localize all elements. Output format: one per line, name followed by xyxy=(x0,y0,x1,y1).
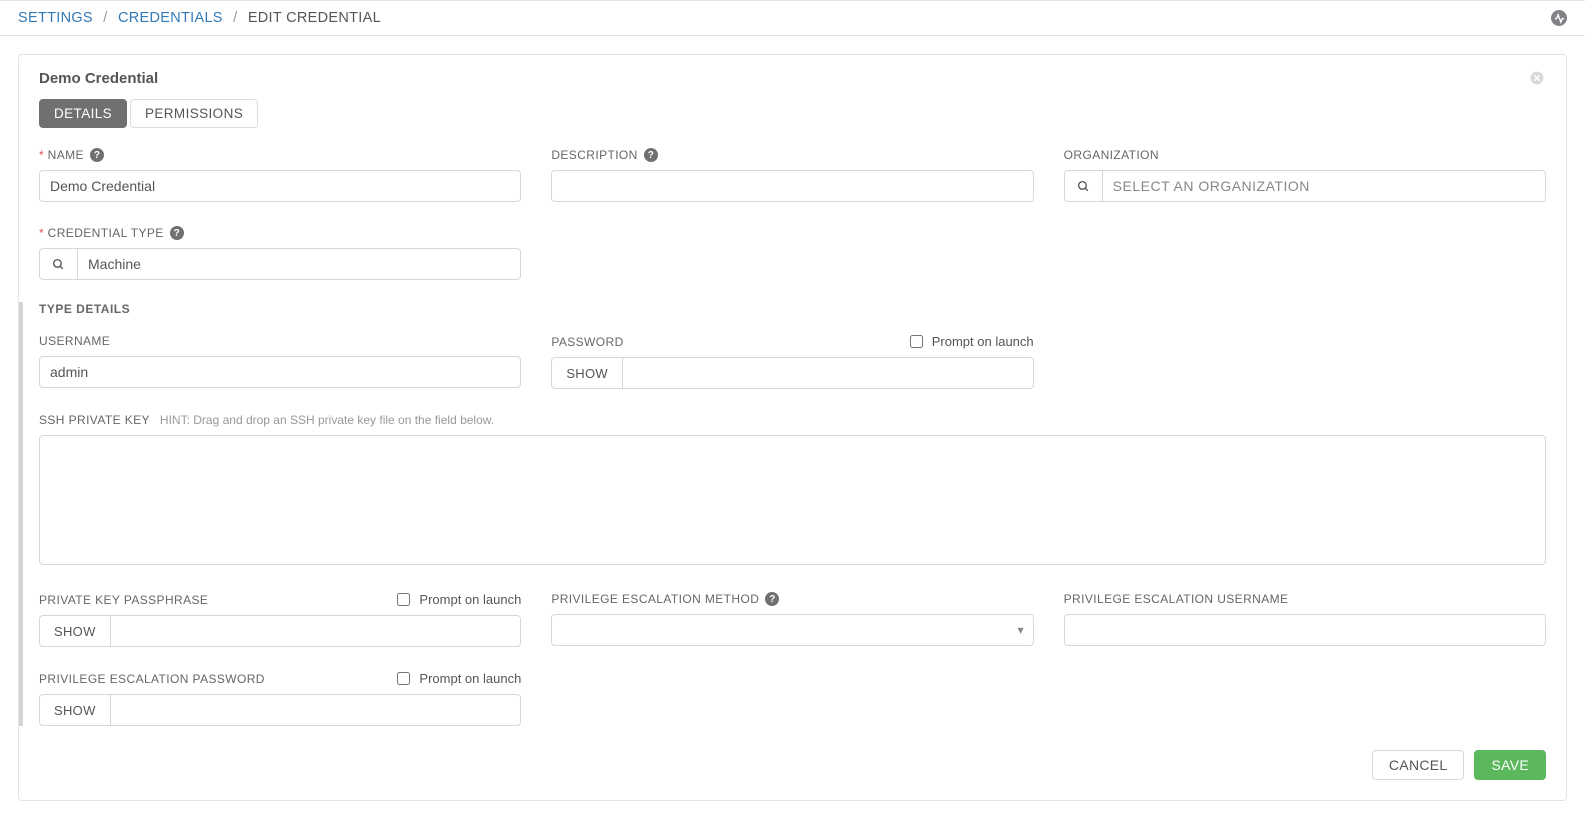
field-priv-esc-method: PRIVILEGE ESCALATION METHOD ? ▾ xyxy=(551,590,1033,647)
ssh-key-textarea[interactable] xyxy=(39,435,1546,565)
organization-label: ORGANIZATION xyxy=(1064,148,1159,162)
cancel-button[interactable]: CANCEL xyxy=(1372,750,1465,780)
priv-esc-password-prompt-label: Prompt on launch xyxy=(419,671,521,686)
priv-esc-method-label: PRIVILEGE ESCALATION METHOD xyxy=(551,592,759,606)
help-icon[interactable]: ? xyxy=(90,148,104,162)
username-label: USERNAME xyxy=(39,334,110,348)
passphrase-show-button[interactable]: SHOW xyxy=(39,615,110,647)
ssh-key-hint: HINT: Drag and drop an SSH private key f… xyxy=(160,413,494,427)
field-ssh-private-key: SSH PRIVATE KEY HINT: Drag and drop an S… xyxy=(39,411,1546,568)
help-icon[interactable]: ? xyxy=(765,592,779,606)
field-password: PASSWORD Prompt on launch SHOW xyxy=(551,332,1033,389)
password-label: PASSWORD xyxy=(551,335,623,349)
save-button[interactable]: SAVE xyxy=(1474,750,1546,780)
tab-permissions[interactable]: PERMISSIONS xyxy=(130,99,258,128)
organization-lookup-button[interactable] xyxy=(1064,170,1102,202)
activity-stream-icon[interactable] xyxy=(1551,10,1567,26)
password-show-button[interactable]: SHOW xyxy=(551,357,622,389)
breadcrumb: SETTINGS / CREDENTIALS / EDIT CREDENTIAL xyxy=(18,10,381,26)
edit-credential-panel: Demo Credential DETAILS PERMISSIONS * NA… xyxy=(18,54,1567,801)
field-priv-esc-password: PRIVILEGE ESCALATION PASSWORD Prompt on … xyxy=(39,669,521,726)
field-private-key-passphrase: PRIVATE KEY PASSPHRASE Prompt on launch … xyxy=(39,590,521,647)
password-input[interactable] xyxy=(622,357,1034,389)
password-prompt-label: Prompt on launch xyxy=(932,334,1034,349)
credential-type-lookup-button[interactable] xyxy=(39,248,77,280)
breadcrumb-sep: / xyxy=(233,10,237,26)
priv-esc-password-label: PRIVILEGE ESCALATION PASSWORD xyxy=(39,672,265,686)
credential-type-label: CREDENTIAL TYPE xyxy=(48,226,164,240)
type-details-header: TYPE DETAILS xyxy=(39,302,1546,316)
name-input[interactable] xyxy=(39,170,521,202)
help-icon[interactable]: ? xyxy=(644,148,658,162)
breadcrumb-bar: SETTINGS / CREDENTIALS / EDIT CREDENTIAL xyxy=(0,0,1585,36)
footer-buttons: CANCEL SAVE xyxy=(39,750,1546,780)
field-priv-esc-username: PRIVILEGE ESCALATION USERNAME xyxy=(1064,590,1546,647)
panel-title: Demo Credential xyxy=(39,70,158,87)
field-description: DESCRIPTION ? xyxy=(551,146,1033,202)
close-icon[interactable] xyxy=(1528,69,1546,87)
passphrase-prompt-checkbox[interactable] xyxy=(397,593,410,606)
breadcrumb-settings[interactable]: SETTINGS xyxy=(18,10,93,26)
breadcrumb-credentials[interactable]: CREDENTIALS xyxy=(118,10,223,26)
priv-esc-method-select[interactable] xyxy=(551,614,1033,646)
required-marker: * xyxy=(39,148,44,162)
field-organization: ORGANIZATION xyxy=(1064,146,1546,202)
ssh-key-label: SSH PRIVATE KEY xyxy=(39,413,150,427)
passphrase-prompt-label: Prompt on launch xyxy=(419,592,521,607)
name-label: NAME xyxy=(48,148,84,162)
tab-details[interactable]: DETAILS xyxy=(39,99,127,128)
help-icon[interactable]: ? xyxy=(170,226,184,240)
priv-esc-password-prompt-checkbox[interactable] xyxy=(397,672,410,685)
field-credential-type: * CREDENTIAL TYPE ? xyxy=(39,224,521,280)
breadcrumb-current: EDIT CREDENTIAL xyxy=(248,10,381,26)
tabs: DETAILS PERMISSIONS xyxy=(39,99,1546,128)
priv-esc-password-show-button[interactable]: SHOW xyxy=(39,694,110,726)
priv-esc-username-label: PRIVILEGE ESCALATION USERNAME xyxy=(1064,592,1289,606)
passphrase-input[interactable] xyxy=(110,615,522,647)
breadcrumb-sep: / xyxy=(103,10,107,26)
priv-esc-username-input[interactable] xyxy=(1064,614,1546,646)
field-username: USERNAME xyxy=(39,332,521,389)
organization-input[interactable] xyxy=(1102,170,1546,202)
password-prompt-checkbox[interactable] xyxy=(910,335,923,348)
description-input[interactable] xyxy=(551,170,1033,202)
type-details-section: TYPE DETAILS USERNAME PASSWORD Prompt on… xyxy=(19,302,1546,726)
password-spacer xyxy=(1064,332,1546,389)
priv-esc-password-input[interactable] xyxy=(110,694,522,726)
description-label: DESCRIPTION xyxy=(551,148,637,162)
required-marker: * xyxy=(39,226,44,240)
credential-type-input[interactable] xyxy=(77,248,521,280)
passphrase-label: PRIVATE KEY PASSPHRASE xyxy=(39,593,208,607)
field-name: * NAME ? xyxy=(39,146,521,202)
username-input[interactable] xyxy=(39,356,521,388)
